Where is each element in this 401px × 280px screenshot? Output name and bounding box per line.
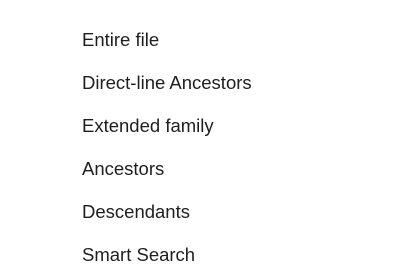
- menu-item-ancestors[interactable]: Ancestors: [82, 154, 382, 184]
- menu-item-descendants[interactable]: Descendants: [82, 197, 382, 227]
- menu-item-direct-line-ancestors[interactable]: Direct-line Ancestors: [82, 68, 382, 98]
- menu-item-entire-file[interactable]: Entire file: [82, 25, 382, 55]
- dropdown-menu: Entire file Direct-line Ancestors Extend…: [0, 0, 401, 280]
- menu-item-extended-family[interactable]: Extended family: [82, 111, 382, 141]
- menu-item-smart-search[interactable]: Smart Search: [82, 240, 382, 270]
